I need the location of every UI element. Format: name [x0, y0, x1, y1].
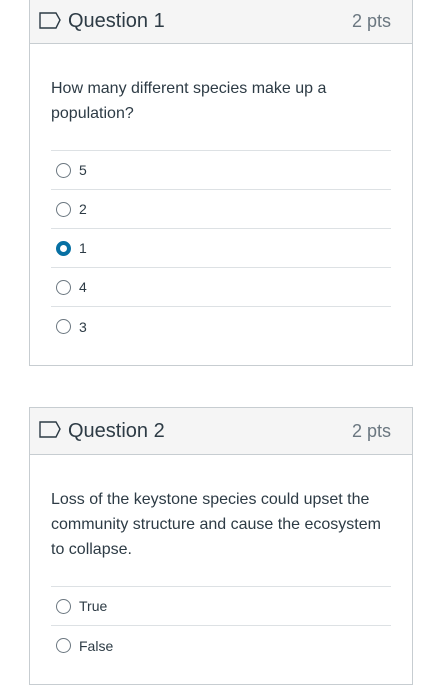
answer-option[interactable]: True — [51, 587, 391, 626]
answer-label[interactable]: 4 — [79, 279, 87, 295]
answer-option[interactable]: 4 — [51, 268, 391, 307]
answer-option[interactable]: 5 — [51, 151, 391, 190]
question-text: How many different species make up a pop… — [51, 80, 327, 122]
radio-button-selected[interactable] — [56, 240, 71, 256]
radio-button[interactable] — [56, 201, 71, 217]
radio-button[interactable] — [56, 162, 71, 178]
answer-option[interactable]: 3 — [51, 307, 391, 346]
bookmark-flag-icon[interactable] — [38, 420, 64, 442]
answer-label[interactable]: True — [79, 598, 107, 614]
answer-label[interactable]: False — [79, 638, 113, 654]
answer-label[interactable]: 3 — [79, 319, 87, 335]
radio-button[interactable] — [56, 279, 71, 295]
question-points: 2 pts — [351, 420, 391, 441]
question-card-2: Question 2 2 pts Loss of the keystone sp… — [29, 407, 413, 685]
answer-list: 5 2 1 4 3 — [51, 150, 391, 346]
answer-option[interactable]: False — [51, 626, 391, 665]
radio-button[interactable] — [56, 319, 71, 334]
answer-list: True False — [51, 586, 391, 665]
answer-label[interactable]: 1 — [79, 240, 87, 256]
answer-option[interactable]: 2 — [51, 190, 391, 229]
radio-button[interactable] — [56, 598, 71, 614]
question-title: Question 1 — [68, 10, 165, 32]
question-card-1: Question 1 2 pts How many different spec… — [29, 0, 413, 366]
question-points: 2 pts — [351, 11, 391, 31]
question-text: Loss of the keystone species could upset… — [51, 491, 381, 558]
answer-label[interactable]: 2 — [79, 201, 87, 217]
question-header: Question 2 2 pts — [30, 408, 412, 455]
question-title: Question 2 — [68, 419, 165, 442]
question-header: Question 1 2 pts — [30, 0, 412, 44]
radio-button[interactable] — [56, 638, 71, 653]
answer-option[interactable]: 1 — [51, 229, 391, 268]
bookmark-flag-icon[interactable] — [38, 11, 64, 33]
answer-label[interactable]: 5 — [79, 162, 87, 178]
